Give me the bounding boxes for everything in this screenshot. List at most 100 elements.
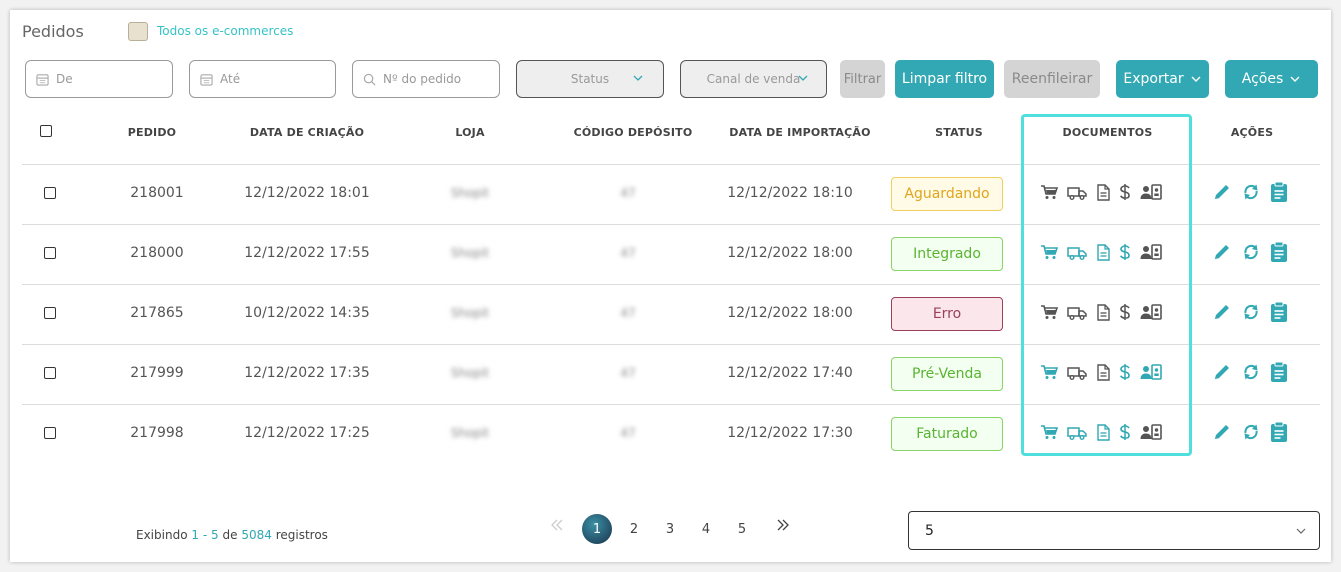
row-actions (1212, 421, 1288, 447)
header-acoes: AÇÕES (1230, 126, 1274, 139)
header-pedido: PEDIDO (127, 126, 177, 139)
cell-data-criacao: 12/12/2022 17:25 (244, 425, 370, 441)
cell-data-importacao: 12/12/2022 18:00 (727, 245, 853, 261)
row-checkbox[interactable] (44, 307, 56, 319)
actions-button[interactable]: Ações (1225, 60, 1318, 98)
cell-pedido: 217865 (130, 305, 184, 321)
cell-data-criacao: 12/12/2022 17:55 (244, 245, 370, 261)
chevron-down-icon (798, 75, 808, 81)
header-data-importacao: DATA DE IMPORTAÇÃO (729, 126, 871, 139)
header-loja: LOJA (455, 126, 485, 139)
sync-icon[interactable] (1241, 422, 1261, 446)
status-badge: Integrado (891, 237, 1003, 271)
range-from: 1 (191, 528, 200, 542)
status-select[interactable]: Status (516, 60, 664, 98)
chevron-down-icon (1290, 76, 1300, 82)
pencil-icon[interactable] (1212, 302, 1232, 326)
row-checkbox[interactable] (44, 367, 56, 379)
cell-codigo-deposito: 47 (620, 306, 636, 320)
pencil-icon[interactable] (1212, 362, 1232, 386)
cell-codigo-deposito: 47 (620, 426, 636, 440)
status-badge: Aguardando (891, 177, 1003, 211)
last-page-icon[interactable] (776, 517, 790, 536)
requeue-button[interactable]: Reenfileirar (1004, 60, 1100, 98)
header-status: STATUS (935, 126, 983, 139)
select-all-checkbox[interactable] (40, 125, 52, 137)
date-from-placeholder: De (56, 72, 73, 86)
row-actions (1212, 181, 1288, 207)
page-size-value: 5 (925, 522, 934, 539)
chevron-down-icon (1191, 76, 1201, 82)
chevron-down-icon (633, 75, 643, 81)
chevron-down-icon (1296, 528, 1306, 534)
sync-icon[interactable] (1241, 362, 1261, 386)
cell-loja: Shopit (450, 306, 490, 320)
cell-data-importacao: 12/12/2022 18:00 (727, 305, 853, 321)
filter-button[interactable]: Filtrar (840, 60, 885, 98)
header-codigo-deposito: CÓDIGO DEPÓSITO (573, 126, 693, 139)
row-checkbox[interactable] (44, 427, 56, 439)
records-suffix: registros (275, 528, 328, 542)
calendar-icon (36, 73, 49, 86)
orders-card: Pedidos Todos os e-commerces De Até Nº d… (10, 10, 1331, 562)
page-size-select[interactable]: 5 (908, 511, 1320, 550)
first-page-icon[interactable] (550, 517, 564, 536)
clear-filter-button[interactable]: Limpar filtro (895, 60, 994, 98)
page-1-button[interactable]: 1 (582, 514, 612, 544)
clipboard-icon[interactable] (1270, 301, 1288, 327)
clipboard-icon[interactable] (1270, 181, 1288, 207)
row-actions (1212, 361, 1288, 387)
status-badge: Faturado (891, 417, 1003, 451)
cell-loja: Shopit (450, 246, 490, 260)
sync-icon[interactable] (1241, 242, 1261, 266)
cell-pedido: 218000 (130, 245, 184, 261)
cell-data-criacao: 12/12/2022 18:01 (244, 185, 370, 201)
cell-codigo-deposito: 47 (620, 246, 636, 260)
page-3-button[interactable]: 3 (656, 515, 684, 543)
cell-loja: Shopit (450, 186, 490, 200)
row-checkbox[interactable] (44, 187, 56, 199)
range-to: 5 (211, 528, 219, 542)
header-data-criacao: DATA DE CRIAÇÃO (249, 126, 365, 139)
page-2-button[interactable]: 2 (620, 515, 648, 543)
records-summary: Exibindo 1 - 5 de 5084 registros (136, 528, 328, 542)
date-from-field[interactable]: De (25, 60, 173, 98)
export-label: Exportar (1123, 71, 1184, 87)
of-word: de (222, 528, 238, 542)
channel-select-label: Canal de venda (706, 72, 801, 86)
order-number-input[interactable]: Nº do pedido (352, 60, 500, 98)
pencil-icon[interactable] (1212, 242, 1232, 266)
page-title: Pedidos (22, 22, 84, 41)
clipboard-icon[interactable] (1270, 361, 1288, 387)
row-actions (1212, 301, 1288, 327)
actions-label: Ações (1241, 71, 1284, 87)
pagination: 12345 (582, 514, 756, 544)
row-checkbox[interactable] (44, 247, 56, 259)
cell-pedido: 218001 (130, 185, 184, 201)
cell-pedido: 217999 (130, 365, 184, 381)
ecommerce-checkbox[interactable] (128, 22, 148, 41)
pencil-icon[interactable] (1212, 182, 1232, 206)
cell-codigo-deposito: 47 (620, 366, 636, 380)
status-select-label: Status (570, 72, 610, 86)
row-actions (1212, 241, 1288, 267)
export-button[interactable]: Exportar (1116, 60, 1209, 98)
cell-loja: Shopit (450, 426, 490, 440)
order-number-placeholder: Nº do pedido (383, 72, 462, 86)
pencil-icon[interactable] (1212, 422, 1232, 446)
date-to-field[interactable]: Até (189, 60, 336, 98)
sync-icon[interactable] (1241, 302, 1261, 326)
total-records: 5084 (241, 528, 272, 542)
ecommerce-label[interactable]: Todos os e-commerces (157, 24, 293, 38)
clipboard-icon[interactable] (1270, 241, 1288, 267)
range-dash: - (202, 528, 208, 542)
page-5-button[interactable]: 5 (728, 515, 756, 543)
channel-select[interactable]: Canal de venda (680, 60, 827, 98)
sync-icon[interactable] (1241, 182, 1261, 206)
calendar-icon (200, 73, 213, 86)
documents-highlight (1021, 114, 1192, 456)
showing-prefix: Exibindo (136, 528, 188, 542)
cell-data-importacao: 12/12/2022 17:40 (727, 365, 853, 381)
page-4-button[interactable]: 4 (692, 515, 720, 543)
clipboard-icon[interactable] (1270, 421, 1288, 447)
